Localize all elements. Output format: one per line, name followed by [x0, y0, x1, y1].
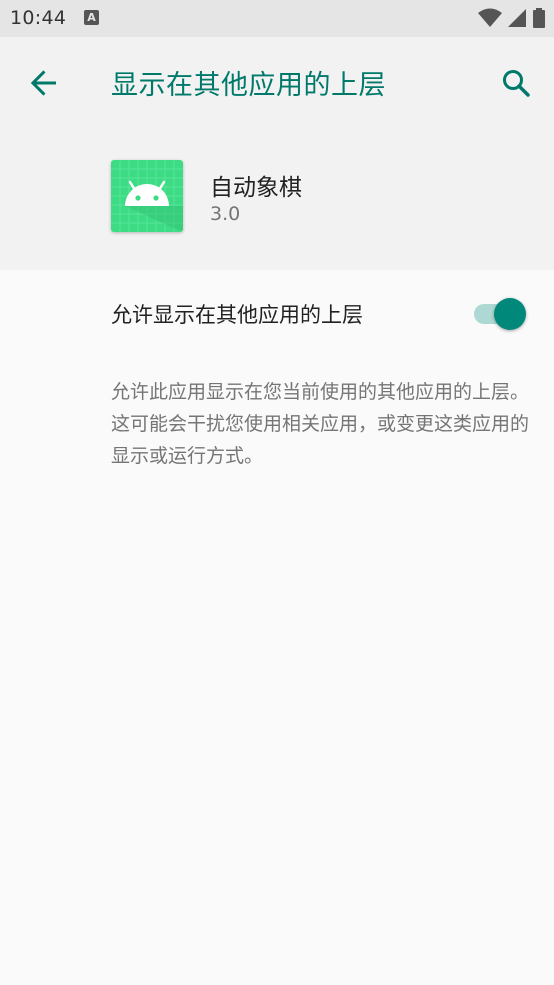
- arrow-back-icon: [30, 70, 56, 96]
- overlay-permission-switch[interactable]: [472, 296, 526, 330]
- back-button[interactable]: [22, 61, 66, 105]
- status-bar: 10:44 A: [0, 0, 554, 37]
- permission-description: 允许此应用显示在您当前使用的其他应用的上层。这可能会干扰您使用相关应用，或变更这…: [111, 381, 530, 467]
- status-time: 10:44: [10, 7, 67, 29]
- overlay-permission-row[interactable]: 允许显示在其他应用的上层: [0, 270, 554, 356]
- app-version: 3.0: [210, 203, 241, 225]
- status-icons: [477, 8, 546, 28]
- app-name: 自动象棋: [210, 175, 302, 201]
- cellular-signal-icon: [507, 9, 526, 27]
- battery-icon: [533, 8, 545, 28]
- search-button[interactable]: [494, 61, 538, 105]
- switch-thumb: [494, 298, 526, 330]
- search-icon: [503, 70, 530, 97]
- app-header: 显示在其他应用的上层 自动象棋 3.0: [0, 37, 554, 270]
- android-robot-icon: [111, 160, 183, 232]
- page-title: 显示在其他应用的上层: [111, 70, 386, 101]
- notification-icon: A: [84, 10, 99, 25]
- app-icon: [111, 160, 183, 232]
- overlay-permission-label: 允许显示在其他应用的上层: [111, 303, 363, 327]
- wifi-icon: [477, 8, 502, 27]
